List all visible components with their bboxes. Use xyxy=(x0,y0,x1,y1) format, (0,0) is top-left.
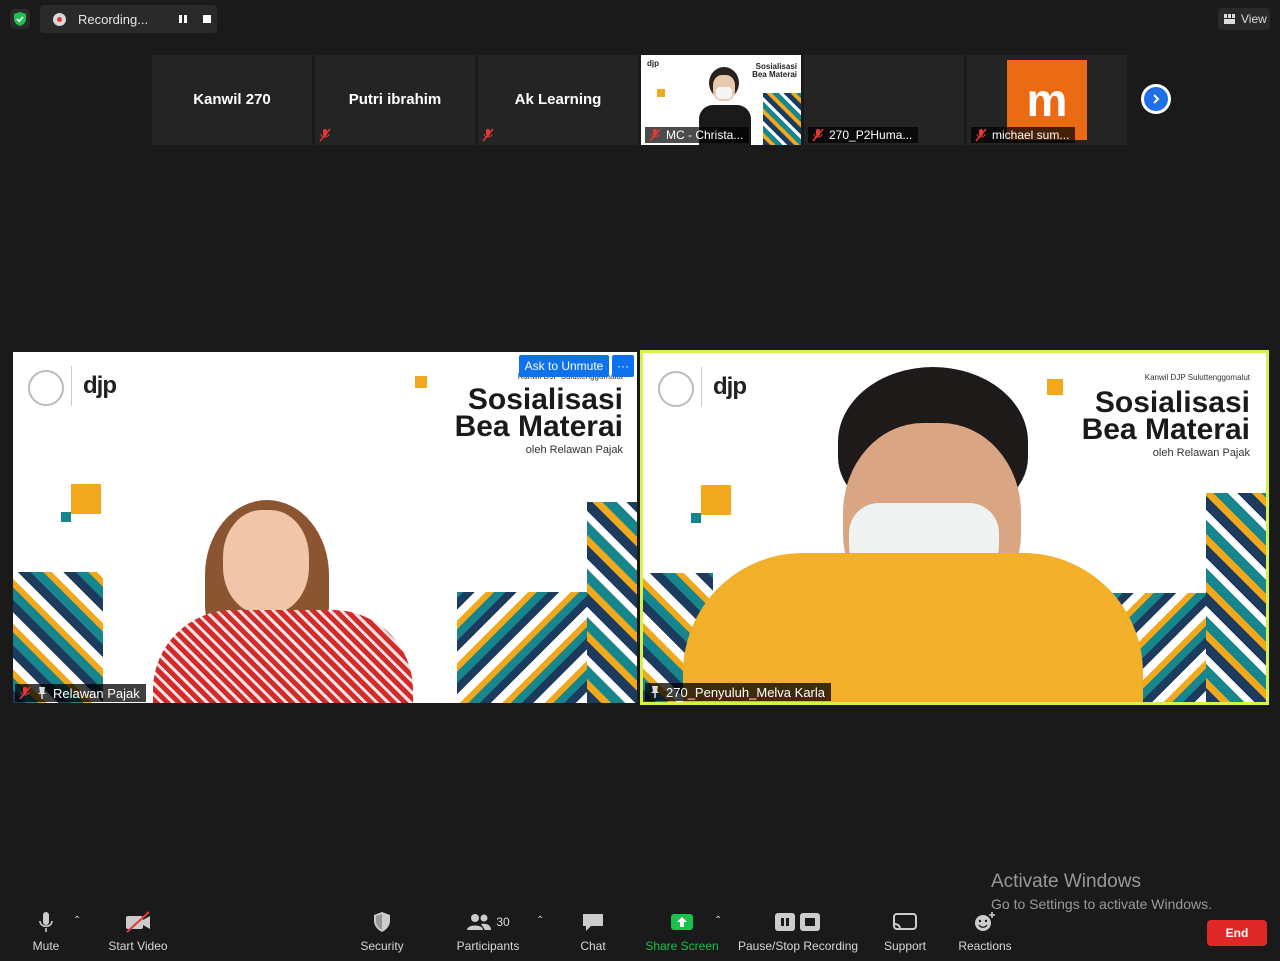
mute-button[interactable]: Mute xyxy=(28,905,64,953)
mic-muted-icon xyxy=(975,128,987,142)
pin-icon xyxy=(651,686,659,698)
recording-status: Recording... xyxy=(78,11,149,27)
participant-thumbnail[interactable]: 270_P2Huma... xyxy=(804,55,964,145)
participant-label: 270_P2Huma... xyxy=(808,127,919,143)
djp-logo: djp xyxy=(83,372,117,399)
participant-name: Putri ibrahim xyxy=(348,91,442,108)
deco-pattern-bottom xyxy=(457,592,587,703)
end-meeting-button[interactable]: End xyxy=(1207,920,1267,946)
start-video-button[interactable]: Start Video xyxy=(104,905,172,953)
thumb-djp-logo: djp xyxy=(647,59,659,68)
slide-byline: oleh Relawan Pajak xyxy=(525,444,623,456)
mic-muted-icon xyxy=(649,128,661,142)
participant-name: Ak Learning xyxy=(514,91,602,108)
participants-icon: 30 xyxy=(466,905,510,939)
video-tile-melva-karla[interactable]: djp Kanwil DJP Suluttenggomalut Sosialis… xyxy=(640,350,1269,705)
slide-title: Sosialisasi Bea Materai xyxy=(454,383,623,443)
grid-view-icon xyxy=(1224,14,1235,24)
participant-thumbnail[interactable]: m michael sum... xyxy=(967,55,1127,145)
participant-label: MC - Christa... xyxy=(645,127,750,143)
deco-square xyxy=(1047,379,1063,395)
support-icon xyxy=(892,905,918,939)
activate-windows-subtitle: Go to Settings to activate Windows. xyxy=(991,896,1212,912)
participants-options-caret[interactable]: ⌃ xyxy=(536,915,544,926)
thumb-person-mask xyxy=(716,87,732,99)
thumb-deco-square xyxy=(657,89,665,97)
stop-recording-icon[interactable] xyxy=(200,12,214,26)
participant-thumbnail[interactable]: Kanwil 270 xyxy=(152,55,312,145)
recording-dot-icon xyxy=(53,12,66,26)
ministry-seal-icon xyxy=(28,370,64,406)
chat-button[interactable]: Chat xyxy=(575,905,611,953)
deco-square-small xyxy=(691,513,701,523)
pause-stop-icon xyxy=(774,905,822,939)
microphone-icon xyxy=(38,905,54,939)
slide-byline: oleh Relawan Pajak xyxy=(1152,447,1250,459)
share-options-caret[interactable]: ⌃ xyxy=(714,915,722,926)
next-page-button[interactable] xyxy=(1141,84,1171,114)
share-screen-button[interactable]: Share Screen xyxy=(645,905,719,953)
participants-count: 30 xyxy=(496,915,510,929)
speaker-face xyxy=(223,510,309,614)
support-button[interactable]: Support xyxy=(880,905,930,953)
share-screen-icon xyxy=(670,905,694,939)
deco-pattern-right xyxy=(587,502,637,703)
activate-windows-title: Activate Windows xyxy=(991,871,1141,892)
thumb-slide-title: Sosialisasi Bea Materai xyxy=(752,62,797,79)
reactions-icon xyxy=(973,905,997,939)
participants-button[interactable]: 30 Participants xyxy=(456,905,520,953)
logo-divider xyxy=(701,367,702,407)
deco-square-large xyxy=(71,484,101,514)
recording-indicator: Recording... xyxy=(40,5,217,33)
view-button[interactable]: View xyxy=(1218,8,1270,30)
video-tile-relawan-pajak[interactable]: djp Kanwil DJP Suluttenggomalut Sosialis… xyxy=(13,352,637,703)
mic-muted-icon xyxy=(812,128,824,142)
deco-square-large xyxy=(701,485,731,515)
djp-logo: djp xyxy=(713,373,747,400)
participant-label: michael sum... xyxy=(971,127,1076,143)
shield-icon xyxy=(372,905,392,939)
security-shield-icon[interactable] xyxy=(10,9,30,29)
chevron-right-icon xyxy=(1144,87,1168,111)
video-off-icon xyxy=(124,905,152,939)
reactions-button[interactable]: Reactions xyxy=(958,905,1012,953)
deco-square xyxy=(415,376,427,388)
participant-thumbnail[interactable]: Ak Learning xyxy=(478,55,638,145)
pause-stop-recording-button[interactable]: Pause/Stop Recording xyxy=(738,905,858,953)
mic-muted-icon xyxy=(482,128,494,142)
participant-thumbnail[interactable]: Putri ibrahim xyxy=(315,55,475,145)
mic-muted-icon xyxy=(319,128,331,142)
logo-divider xyxy=(71,366,72,406)
speaker-shirt xyxy=(153,610,413,703)
participant-name: Kanwil 270 xyxy=(193,91,271,108)
audio-options-caret[interactable]: ⌃ xyxy=(73,915,81,926)
view-label: View xyxy=(1241,12,1267,26)
pin-icon xyxy=(38,687,46,699)
pause-recording-icon[interactable] xyxy=(176,12,190,26)
more-options-button[interactable]: ··· xyxy=(612,355,634,377)
slide-title: Sosialisasi Bea Materai xyxy=(1081,386,1250,446)
chat-icon xyxy=(581,905,605,939)
thumb-deco-pattern xyxy=(763,93,801,145)
ministry-seal-icon xyxy=(658,371,694,407)
security-button[interactable]: Security xyxy=(358,905,406,953)
video-tile-content: djp Kanwil DJP Suluttenggomalut Sosialis… xyxy=(643,353,1266,702)
participant-label: 270_Penyuluh_Melva Karla xyxy=(645,683,831,701)
mic-muted-icon xyxy=(19,686,31,700)
speaker-shirt xyxy=(683,553,1143,702)
slide-organizer: Kanwil DJP Suluttenggomalut xyxy=(1144,373,1250,382)
deco-square-small xyxy=(61,512,71,522)
participant-thumbnail-video[interactable]: djp Sosialisasi Bea Materai MC - Christa.… xyxy=(641,55,801,145)
ask-to-unmute-button[interactable]: Ask to Unmute xyxy=(519,355,609,377)
participant-label: Relawan Pajak xyxy=(15,684,146,702)
deco-pattern-right xyxy=(1206,493,1266,702)
